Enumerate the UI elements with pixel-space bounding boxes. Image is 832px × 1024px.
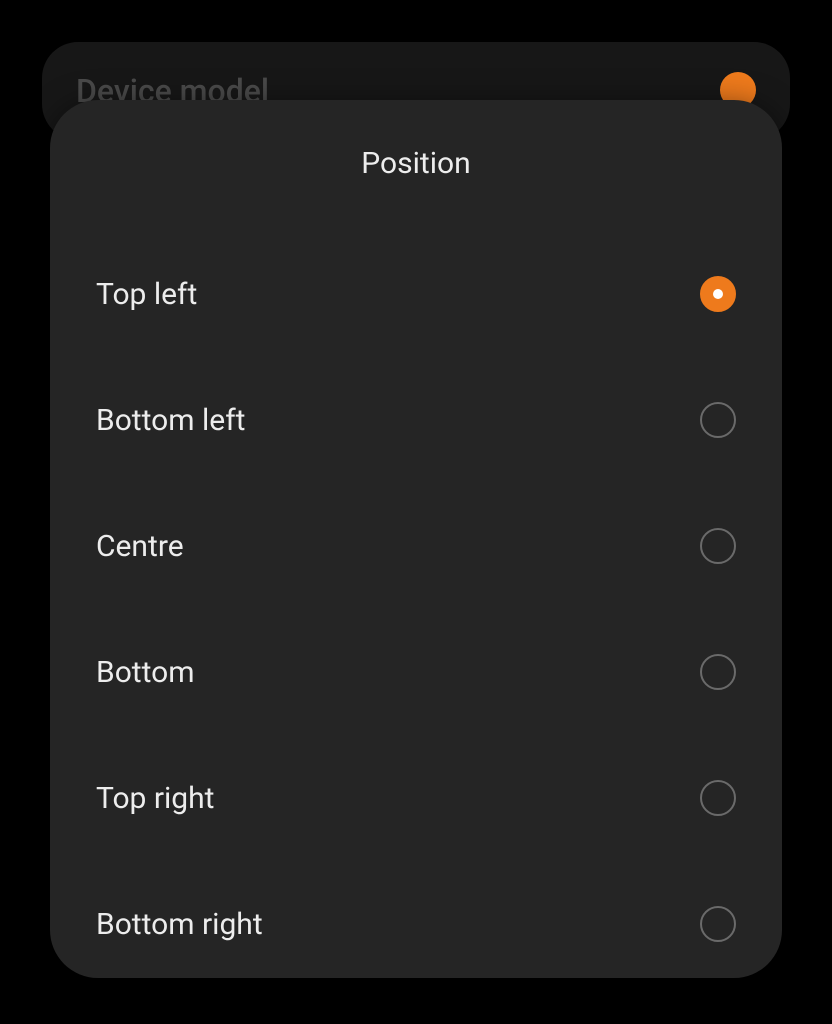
position-option-list: Top left Bottom left Centre Bottom Top r… [96, 231, 736, 987]
radio-icon [700, 276, 736, 312]
option-top-left[interactable]: Top left [96, 231, 736, 357]
option-label: Bottom left [96, 403, 245, 438]
option-top-right[interactable]: Top right [96, 735, 736, 861]
option-label: Top right [96, 781, 215, 816]
option-label: Bottom [96, 655, 195, 690]
position-selection-modal: Position Top left Bottom left Centre Bot… [50, 100, 782, 978]
option-label: Centre [96, 529, 184, 564]
modal-title: Position [96, 146, 736, 181]
option-bottom-right[interactable]: Bottom right [96, 861, 736, 987]
option-label: Top left [96, 277, 197, 312]
radio-icon [700, 780, 736, 816]
option-centre[interactable]: Centre [96, 483, 736, 609]
radio-icon [700, 906, 736, 942]
option-bottom[interactable]: Bottom [96, 609, 736, 735]
radio-icon [700, 654, 736, 690]
radio-icon [700, 402, 736, 438]
option-label: Bottom right [96, 907, 263, 942]
option-bottom-left[interactable]: Bottom left [96, 357, 736, 483]
radio-icon [700, 528, 736, 564]
